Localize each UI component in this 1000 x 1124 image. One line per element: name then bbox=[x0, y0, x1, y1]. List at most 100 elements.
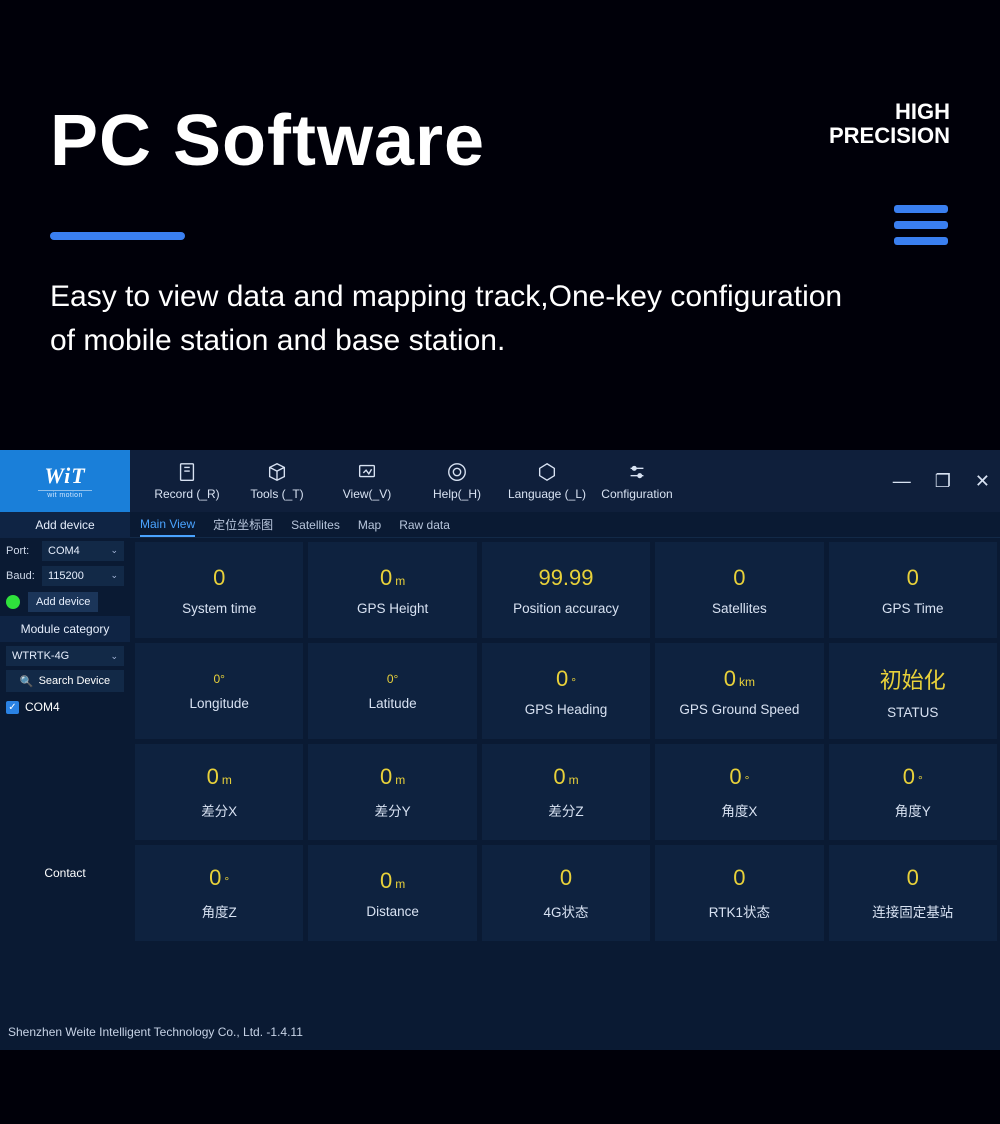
data-tile: 0°角度Y bbox=[829, 744, 997, 840]
language-icon bbox=[536, 461, 558, 483]
tile-value: 0 bbox=[213, 565, 225, 591]
tile-label: 连接固定基站 bbox=[872, 901, 953, 921]
minimize-button[interactable]: — bbox=[893, 471, 911, 492]
search-icon: 🔍 bbox=[20, 675, 34, 688]
tile-label: GPS Height bbox=[357, 601, 428, 616]
toolbar-record[interactable]: Record (_R) bbox=[142, 461, 232, 501]
search-device-button[interactable]: 🔍 Search Device bbox=[6, 670, 124, 692]
tile-value: 0° bbox=[209, 865, 229, 891]
tile-value: 0° bbox=[903, 764, 923, 790]
footer-text: Shenzhen Weite Intelligent Technology Co… bbox=[0, 1019, 1000, 1045]
window-controls: — ❐ ✕ bbox=[893, 450, 990, 512]
data-grid: 0System time0mGPS Height99.99Position ac… bbox=[135, 542, 1000, 1016]
tile-value: 0° bbox=[213, 672, 224, 686]
tile-label: Satellites bbox=[712, 601, 767, 616]
data-tile: 0kmGPS Ground Speed bbox=[655, 643, 823, 739]
tile-unit: m bbox=[395, 574, 405, 588]
tile-label: RTK1状态 bbox=[709, 901, 770, 921]
tile-value: 0 bbox=[907, 865, 919, 891]
toolbar-label: Language (_L) bbox=[508, 487, 586, 501]
tile-value: 0m bbox=[207, 764, 232, 790]
tile-label: GPS Time bbox=[882, 601, 944, 616]
record-icon bbox=[176, 461, 198, 483]
tile-label: 4G状态 bbox=[543, 901, 588, 921]
add-device-button[interactable]: Add device bbox=[28, 592, 98, 612]
data-tile: 0° Longitude bbox=[135, 643, 303, 739]
toolbar-label: Help(_H) bbox=[433, 487, 481, 501]
checkbox-icon[interactable]: ✓ bbox=[6, 701, 19, 714]
tile-unit: ° bbox=[745, 773, 750, 787]
tile-label: Longitude bbox=[190, 696, 249, 711]
help-icon bbox=[446, 461, 468, 483]
toolbar-view[interactable]: View(_V) bbox=[322, 461, 412, 501]
device-list-item[interactable]: ✓ COM4 bbox=[0, 694, 130, 720]
module-value: WTRTK-4G bbox=[12, 650, 69, 662]
sidebar-add-device-header: Add device bbox=[0, 512, 130, 538]
logo-text: WiT bbox=[38, 463, 91, 491]
port-value: COM4 bbox=[48, 545, 80, 557]
tile-unit: ° bbox=[571, 675, 576, 689]
baud-value: 115200 bbox=[48, 570, 84, 582]
data-tile: 0mDistance bbox=[308, 845, 476, 941]
tile-unit: m bbox=[395, 773, 405, 787]
port-select[interactable]: COM4 ⌄ bbox=[42, 541, 124, 561]
tab-location-chart[interactable]: 定位坐标图 bbox=[213, 516, 273, 533]
logo-subtext: wit motion bbox=[47, 492, 83, 499]
toolbar-help[interactable]: Help(_H) bbox=[412, 461, 502, 501]
tile-value: 0 bbox=[733, 565, 745, 591]
baud-select[interactable]: 115200 ⌄ bbox=[42, 566, 124, 586]
data-tile: 0m GPS Height bbox=[308, 542, 476, 638]
tile-value: 0m bbox=[380, 565, 405, 591]
data-tile: 0m差分Y bbox=[308, 744, 476, 840]
tile-label: Position accuracy bbox=[513, 601, 619, 616]
tile-value: 0 bbox=[560, 865, 572, 891]
tile-value: 0 bbox=[733, 865, 745, 891]
tile-unit: ° bbox=[224, 874, 229, 888]
toolbar-label: View(_V) bbox=[343, 487, 391, 501]
tile-value: 0° bbox=[729, 764, 749, 790]
chevron-down-icon: ⌄ bbox=[110, 570, 118, 581]
device-item-label: COM4 bbox=[25, 700, 60, 714]
configuration-icon bbox=[626, 461, 648, 483]
tile-unit: m bbox=[222, 773, 232, 787]
data-tile: 0GPS Time bbox=[829, 542, 997, 638]
toolbar-tools[interactable]: Tools (_T) bbox=[232, 461, 322, 501]
data-tile: 0 RTK1状态 bbox=[655, 845, 823, 941]
baud-row: Baud: 115200 ⌄ bbox=[0, 563, 130, 588]
port-row: Port: COM4 ⌄ bbox=[0, 538, 130, 563]
promo-section: HIGH PRECISION PC Software Easy to view … bbox=[0, 0, 1000, 402]
tile-value: 0° bbox=[387, 672, 398, 686]
tile-unit: km bbox=[739, 675, 755, 689]
data-tile: 0System time bbox=[135, 542, 303, 638]
tile-label: STATUS bbox=[887, 705, 938, 720]
tile-label: GPS Ground Speed bbox=[679, 702, 799, 717]
data-tile: 0 连接固定基站 bbox=[829, 845, 997, 941]
search-device-label: Search Device bbox=[39, 675, 111, 687]
promo-description: Easy to view data and mapping track,One-… bbox=[50, 275, 870, 362]
tile-label: 角度Z bbox=[202, 901, 237, 921]
add-device-row: Add device bbox=[0, 588, 130, 616]
baud-label: Baud: bbox=[6, 570, 38, 582]
toolbar-configuration[interactable]: Configuration bbox=[592, 461, 682, 501]
tile-value: 99.99 bbox=[538, 565, 593, 591]
tab-map[interactable]: Map bbox=[358, 518, 381, 532]
tile-label: GPS Heading bbox=[525, 702, 608, 717]
tab-satellites[interactable]: Satellites bbox=[291, 518, 340, 532]
hamburger-icon bbox=[894, 205, 948, 245]
maximize-button[interactable]: ❐ bbox=[935, 471, 951, 492]
promo-title: PC Software bbox=[50, 100, 950, 182]
promo-tag: HIGH PRECISION bbox=[829, 100, 950, 148]
data-tile: 0° 角度Z bbox=[135, 845, 303, 941]
contact-link[interactable]: Contact bbox=[0, 866, 130, 880]
toolbar-language[interactable]: Language (_L) bbox=[502, 461, 592, 501]
module-select[interactable]: WTRTK-4G ⌄ bbox=[6, 646, 124, 666]
tile-value: 初始化 bbox=[880, 663, 946, 695]
close-button[interactable]: ✕ bbox=[975, 471, 990, 492]
data-tile: 0m 差分X bbox=[135, 744, 303, 840]
tile-label: 差分X bbox=[201, 800, 237, 820]
tab-raw-data[interactable]: Raw data bbox=[399, 518, 450, 532]
tile-unit: m bbox=[395, 877, 405, 891]
accent-bar bbox=[50, 232, 185, 240]
tile-value: 0m bbox=[553, 764, 578, 790]
tab-main-view[interactable]: Main View bbox=[140, 517, 195, 537]
